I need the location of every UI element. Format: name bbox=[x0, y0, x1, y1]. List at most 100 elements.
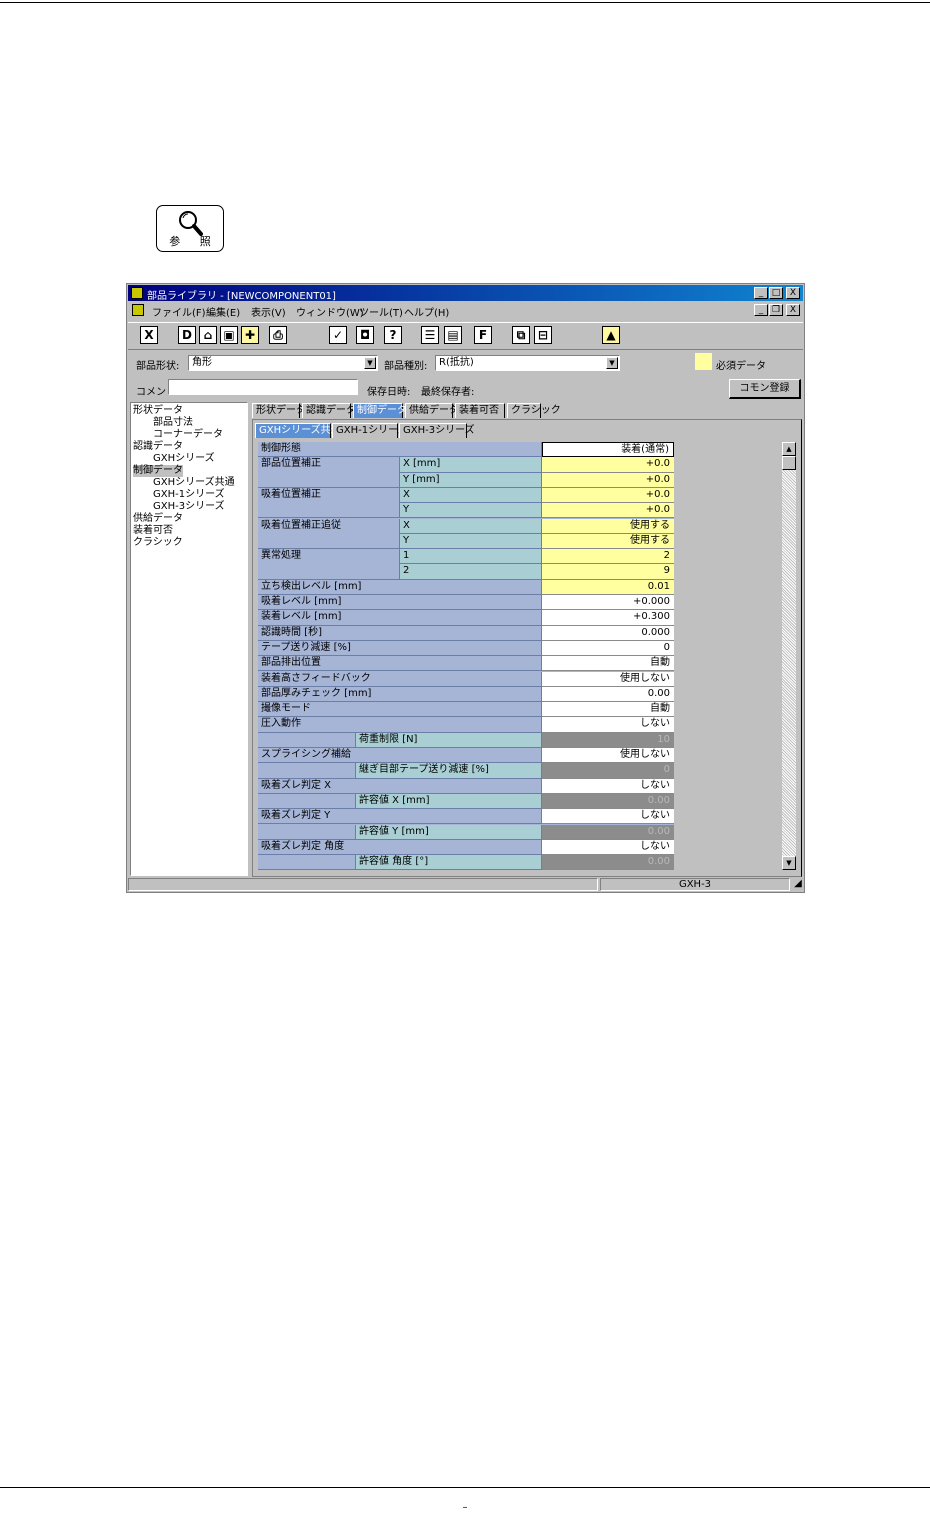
tree-item[interactable]: 装着可否 bbox=[133, 525, 173, 537]
document-icon[interactable] bbox=[132, 304, 144, 316]
tab-item[interactable]: 装着可否 bbox=[455, 403, 505, 418]
grid-value-cell[interactable]: +0.000 bbox=[542, 595, 674, 611]
grid-sub-label: 許容値 X [mm] bbox=[356, 793, 542, 810]
grid-row-label: 吸着レベル [mm] bbox=[258, 595, 542, 611]
open-icon[interactable]: ⌂ bbox=[199, 326, 217, 344]
grid-value-cell[interactable]: しない bbox=[542, 839, 674, 856]
tree-item[interactable]: 形状データ bbox=[133, 405, 183, 417]
doc-close-button[interactable]: X bbox=[786, 304, 800, 316]
grid-value-cell[interactable]: +0.0 bbox=[542, 503, 674, 519]
subtab-item[interactable]: GXHシリーズ共通 bbox=[255, 423, 341, 438]
grid-value-cell[interactable]: 0.00 bbox=[542, 686, 674, 703]
maximize-button[interactable]: □ bbox=[769, 287, 783, 299]
grid-value-cell[interactable]: 使用する bbox=[542, 533, 674, 550]
vertical-scrollbar[interactable]: ▲ ▼ bbox=[782, 442, 796, 870]
doc-restore-button[interactable]: ❐ bbox=[769, 304, 783, 316]
toolbar: X D ⌂ ▣ ✚ ⎙ ✓ ◘? ☰ ▤ F ⧉ ⊟ ▲ bbox=[128, 322, 803, 350]
grid-value-cell[interactable]: +0.0 bbox=[542, 457, 674, 473]
grid-value-cell[interactable]: 使用しない bbox=[542, 748, 674, 764]
grid-value-cell[interactable]: しない bbox=[542, 809, 674, 825]
tree-item[interactable]: コーナーデータ bbox=[153, 429, 223, 441]
grid-sub-label: 許容値 角度 [°] bbox=[356, 855, 542, 870]
print-icon[interactable]: ⎙ bbox=[269, 326, 287, 344]
chevron-down-icon[interactable]: ▼ bbox=[364, 357, 376, 369]
grid-value-cell[interactable]: 0 bbox=[542, 640, 674, 657]
grid-value-cell[interactable]: 自動 bbox=[542, 656, 674, 672]
copy-icon[interactable]: ⧉ bbox=[512, 326, 530, 344]
reference-badge: 参 照 bbox=[156, 205, 224, 252]
grid-sub-label: 荷重制限 [N] bbox=[356, 732, 542, 748]
close-button[interactable]: X bbox=[786, 287, 800, 299]
menu-help[interactable]: ヘルプ(H) bbox=[404, 304, 449, 319]
subtab-item[interactable]: GXH-3シリーズ bbox=[399, 423, 475, 438]
tree-icon[interactable]: ☰ bbox=[421, 326, 439, 344]
tree-item[interactable]: 供給データ bbox=[133, 513, 183, 525]
tree-item[interactable]: クラシック bbox=[133, 537, 183, 549]
grid-value-cell[interactable]: 使用する bbox=[542, 518, 674, 534]
menu-window[interactable]: ウィンドウ(W) bbox=[296, 304, 364, 319]
subtab-item[interactable]: GXH-1シリーズ bbox=[332, 423, 408, 438]
mdi-caption-buttons: _ ❐ X bbox=[754, 304, 800, 316]
tab-item[interactable]: 形状データ bbox=[252, 403, 306, 418]
common-register-button[interactable]: コモン登録 bbox=[729, 379, 801, 399]
grid-value-cell[interactable]: しない bbox=[542, 778, 674, 794]
tree-item[interactable]: 認識データ bbox=[133, 441, 183, 453]
grid-value-cell[interactable]: 9 bbox=[542, 564, 674, 580]
grid-value-cell-disabled: 10 bbox=[542, 732, 674, 748]
app-icon[interactable] bbox=[131, 287, 143, 299]
tree-item[interactable]: GXH-3シリーズ bbox=[153, 501, 225, 513]
grid-value-cell[interactable]: 自動 bbox=[542, 702, 674, 718]
grid-row-label: 装着レベル [mm] bbox=[258, 610, 542, 626]
menu-edit[interactable]: 編集(E) bbox=[206, 304, 240, 319]
minimize-button[interactable]: _ bbox=[754, 287, 768, 299]
tree-item[interactable]: 制御データ bbox=[133, 465, 183, 477]
grid-value-cell[interactable]: 0.000 bbox=[542, 625, 674, 641]
page-bottom-rule bbox=[0, 1487, 930, 1488]
menu-tools[interactable]: ツール(T) bbox=[359, 304, 403, 319]
scroll-thumb[interactable] bbox=[782, 456, 796, 470]
split-icon[interactable]: ⊟ bbox=[534, 326, 552, 344]
save-icon[interactable]: ▣ bbox=[220, 326, 238, 344]
menu-file[interactable]: ファイル(F) bbox=[152, 304, 206, 319]
scroll-down-icon[interactable]: ▼ bbox=[782, 856, 796, 870]
type-select[interactable]: R(抵抗) ▼ bbox=[435, 355, 620, 371]
grid-value-cell[interactable]: しない bbox=[542, 717, 674, 733]
grid-sub-label: 許容値 Y [mm] bbox=[356, 824, 542, 840]
grid-value-cell[interactable]: +0.300 bbox=[542, 610, 674, 626]
close-icon[interactable]: X bbox=[140, 326, 158, 344]
new-icon[interactable]: D bbox=[178, 326, 196, 344]
comment-input[interactable] bbox=[168, 379, 358, 395]
library-icon[interactable]: ▤ bbox=[444, 326, 462, 344]
menu-bar: ファイル(F) 編集(E) 表示(V) ウィンドウ(W) ツール(T) ヘルプ(… bbox=[128, 302, 803, 319]
tree-item[interactable]: 部品寸法 bbox=[153, 417, 193, 429]
grid-row-label: スプライシング補給 bbox=[258, 748, 542, 764]
scroll-up-icon[interactable]: ▲ bbox=[782, 442, 796, 456]
grid-value-cell[interactable]: +0.0 bbox=[542, 472, 674, 488]
title-bar[interactable]: 部品ライブラリ - [NEWCOMPONENT01] _ □ X bbox=[128, 285, 803, 302]
menu-view[interactable]: 表示(V) bbox=[251, 304, 286, 319]
tab-item[interactable]: 制御データ bbox=[353, 403, 407, 418]
tree-item[interactable]: GXHシリーズ共通 bbox=[153, 477, 235, 489]
grid-value-cell[interactable]: 0.01 bbox=[542, 579, 674, 595]
tab-item[interactable]: 供給データ bbox=[405, 403, 459, 418]
tab-item[interactable]: クラシック bbox=[507, 403, 561, 418]
shape-select[interactable]: 角形 ▼ bbox=[188, 355, 378, 371]
tab-item[interactable]: 認識データ bbox=[302, 403, 356, 418]
grid-value-cell[interactable]: 使用しない bbox=[542, 671, 674, 687]
font-icon[interactable]: F bbox=[474, 326, 492, 344]
grid-value-cell[interactable]: 装着(通常) bbox=[542, 442, 674, 458]
grid-value-cell[interactable]: +0.0 bbox=[542, 487, 674, 504]
doc-minimize-button[interactable]: _ bbox=[754, 304, 768, 316]
tree-item[interactable]: GXHシリーズ bbox=[153, 453, 215, 465]
tree-item[interactable]: GXH-1シリーズ bbox=[153, 489, 225, 501]
grid-row-label: 異常処理 bbox=[258, 549, 400, 580]
save-as-icon[interactable]: ✚ bbox=[241, 326, 259, 344]
check-icon[interactable]: ✓ bbox=[329, 326, 347, 344]
register-icon[interactable]: ◘ bbox=[356, 326, 374, 344]
upload-icon[interactable]: ▲ bbox=[602, 326, 620, 344]
grid-value-cell[interactable]: 2 bbox=[542, 549, 674, 565]
grid-sub-label: 1 bbox=[400, 549, 542, 565]
resize-grip-icon[interactable]: ◢ bbox=[792, 878, 804, 891]
chevron-down-icon[interactable]: ▼ bbox=[606, 357, 618, 369]
help-icon[interactable]: ? bbox=[384, 326, 402, 344]
